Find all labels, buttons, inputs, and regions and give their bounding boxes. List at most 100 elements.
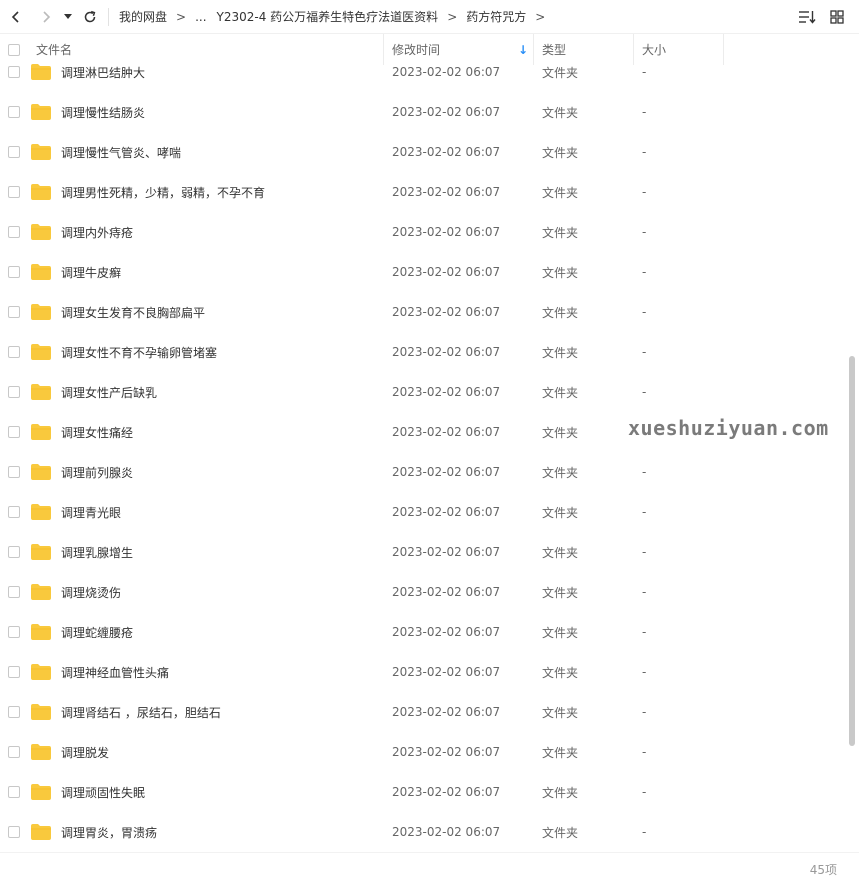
table-row[interactable]: 调理女生发育不良胸部扁平 2023-02-02 06:07 文件夹 - — [0, 292, 845, 332]
row-checkbox[interactable] — [8, 186, 20, 198]
row-checkbox[interactable] — [8, 226, 20, 238]
folder-icon — [31, 224, 51, 240]
row-checkbox[interactable] — [8, 666, 20, 678]
file-type: 文件夹 — [542, 825, 579, 840]
file-type: 文件夹 — [542, 65, 579, 80]
folder-icon — [31, 824, 51, 840]
table-row[interactable]: 调理前列腺炎 2023-02-02 06:07 文件夹 - — [0, 452, 845, 492]
file-name[interactable]: 调理神经血管性头痛 — [61, 664, 169, 681]
table-row[interactable]: 调理淋巴结肿大 2023-02-02 06:07 文件夹 - — [0, 52, 845, 92]
file-size: - — [642, 305, 647, 319]
chevron-left-icon — [11, 10, 19, 23]
table-row[interactable]: 调理牛皮癣 2023-02-02 06:07 文件夹 - — [0, 252, 845, 292]
table-row[interactable]: 调理慢性结肠炎 2023-02-02 06:07 文件夹 - — [0, 92, 845, 132]
file-type: 文件夹 — [542, 185, 579, 200]
file-name[interactable]: 调理女性产后缺乳 — [61, 384, 157, 401]
refresh-button[interactable] — [78, 5, 102, 29]
file-size: - — [642, 545, 647, 559]
grid-view-button[interactable] — [827, 7, 847, 27]
scrollbar[interactable] — [845, 66, 859, 852]
row-checkbox[interactable] — [8, 506, 20, 518]
file-size: - — [642, 785, 647, 799]
file-name[interactable]: 调理慢性结肠炎 — [61, 104, 145, 121]
row-checkbox[interactable] — [8, 266, 20, 278]
file-type: 文件夹 — [542, 425, 579, 440]
file-name[interactable]: 调理脱发 — [61, 744, 109, 761]
modified-time: 2023-02-02 06:07 — [392, 265, 501, 279]
row-checkbox[interactable] — [8, 386, 20, 398]
row-checkbox[interactable] — [8, 786, 20, 798]
row-checkbox[interactable] — [8, 746, 20, 758]
scrollbar-thumb[interactable] — [849, 356, 855, 746]
file-name[interactable]: 调理内外痔疮 — [61, 224, 133, 241]
table-row[interactable]: 调理男性死精，少精，弱精，不孕不育 2023-02-02 06:07 文件夹 - — [0, 172, 845, 212]
row-checkbox[interactable] — [8, 546, 20, 558]
row-checkbox[interactable] — [8, 466, 20, 478]
table-row[interactable]: 调理神经血管性头痛 2023-02-02 06:07 文件夹 - — [0, 652, 845, 692]
file-name[interactable]: 调理蛇缠腰疮 — [61, 624, 133, 641]
item-count: 45项 — [809, 863, 837, 877]
table-row[interactable]: 调理肾结石 ，尿结石，胆结石 2023-02-02 06:07 文件夹 - — [0, 692, 845, 732]
folder-icon — [31, 744, 51, 760]
row-checkbox[interactable] — [8, 826, 20, 838]
file-name[interactable]: 调理前列腺炎 — [61, 464, 133, 481]
file-size: - — [642, 465, 647, 479]
row-checkbox[interactable] — [8, 706, 20, 718]
back-button[interactable] — [4, 5, 28, 29]
file-name[interactable]: 调理胃炎，胃溃疡 — [61, 824, 157, 841]
table-row[interactable]: 调理女性不育不孕输卵管堵塞 2023-02-02 06:07 文件夹 - — [0, 332, 845, 372]
file-type: 文件夹 — [542, 345, 579, 360]
table-row[interactable]: 调理蛇缠腰疮 2023-02-02 06:07 文件夹 - — [0, 612, 845, 652]
breadcrumb-item-ellipsis[interactable]: ... — [195, 10, 206, 24]
table-row[interactable]: 调理慢性气管炎、哮喘 2023-02-02 06:07 文件夹 - — [0, 132, 845, 172]
file-name[interactable]: 调理男性死精，少精，弱精，不孕不育 — [61, 184, 265, 201]
divider — [108, 7, 109, 26]
file-name[interactable]: 调理烧烫伤 — [61, 584, 121, 601]
row-checkbox[interactable] — [8, 146, 20, 158]
modified-time: 2023-02-02 06:07 — [392, 625, 501, 639]
folder-icon — [31, 544, 51, 560]
row-checkbox[interactable] — [8, 586, 20, 598]
file-name[interactable]: 调理慢性气管炎、哮喘 — [61, 144, 181, 161]
folder-icon — [31, 344, 51, 360]
table-row[interactable]: 调理脱发 2023-02-02 06:07 文件夹 - — [0, 732, 845, 772]
row-checkbox[interactable] — [8, 626, 20, 638]
breadcrumb-separator: > — [176, 9, 187, 24]
breadcrumb-separator: > — [535, 9, 546, 24]
file-name[interactable]: 调理女生发育不良胸部扁平 — [61, 304, 205, 321]
file-name[interactable]: 调理牛皮癣 — [61, 264, 121, 281]
row-checkbox[interactable] — [8, 306, 20, 318]
table-row[interactable]: 调理胃炎，胃溃疡 2023-02-02 06:07 文件夹 - — [0, 812, 845, 852]
folder-icon — [31, 304, 51, 320]
file-name[interactable]: 调理淋巴结肿大 — [61, 64, 145, 81]
table-row[interactable]: 调理女性产后缺乳 2023-02-02 06:07 文件夹 - — [0, 372, 845, 412]
file-name[interactable]: 调理青光眼 — [61, 504, 121, 521]
row-checkbox[interactable] — [8, 66, 20, 78]
breadcrumb-item-parent[interactable]: Y2302-4 药公万福养生特色疗法道医资料 — [217, 8, 439, 25]
modified-time: 2023-02-02 06:07 — [392, 185, 501, 199]
table-row[interactable]: 调理青光眼 2023-02-02 06:07 文件夹 - — [0, 492, 845, 532]
row-checkbox[interactable] — [8, 106, 20, 118]
modified-time: 2023-02-02 06:07 — [392, 705, 501, 719]
row-checkbox[interactable] — [8, 346, 20, 358]
breadcrumb-item-root[interactable]: 我的网盘 — [119, 8, 167, 25]
file-name[interactable]: 调理顽固性失眠 — [61, 784, 145, 801]
forward-button[interactable] — [34, 5, 58, 29]
table-row[interactable]: 调理内外痔疮 2023-02-02 06:07 文件夹 - — [0, 212, 845, 252]
file-name[interactable]: 调理乳腺增生 — [61, 544, 133, 561]
file-name[interactable]: 调理女性不育不孕输卵管堵塞 — [61, 344, 217, 361]
sort-button[interactable] — [797, 7, 817, 27]
file-name[interactable]: 调理女性痛经 — [61, 424, 133, 441]
table-row[interactable]: 调理烧烫伤 2023-02-02 06:07 文件夹 - — [0, 572, 845, 612]
caret-down-icon — [64, 13, 72, 19]
file-size: - — [642, 385, 647, 399]
file-size: - — [642, 145, 647, 159]
breadcrumb-item-current[interactable]: 药方符咒方 — [466, 8, 526, 25]
table-row[interactable]: 调理乳腺增生 2023-02-02 06:07 文件夹 - — [0, 532, 845, 572]
row-checkbox[interactable] — [8, 426, 20, 438]
table-row[interactable]: 调理顽固性失眠 2023-02-02 06:07 文件夹 - — [0, 772, 845, 812]
history-dropdown-button[interactable] — [60, 5, 76, 29]
folder-icon — [31, 464, 51, 480]
top-bar: 我的网盘 > ... Y2302-4 药公万福养生特色疗法道医资料 > 药方符咒… — [0, 0, 859, 34]
file-name[interactable]: 调理肾结石 ，尿结石，胆结石 — [61, 704, 221, 721]
